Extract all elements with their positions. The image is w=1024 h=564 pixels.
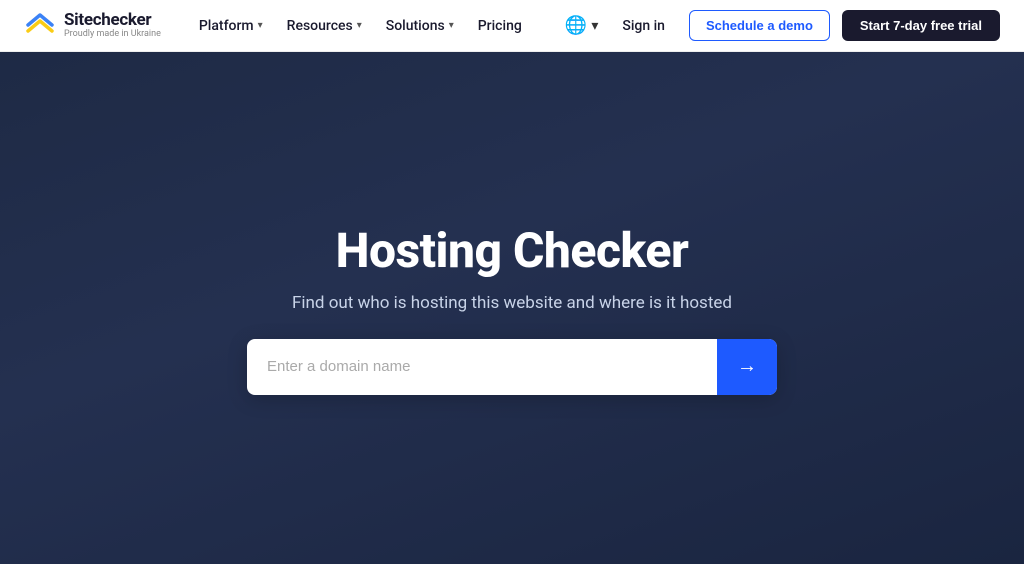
nav-links: Platform ▾ Resources ▾ Solutions ▾ Prici… bbox=[189, 12, 565, 40]
navbar: Sitechecker Proudly made in Ukraine Plat… bbox=[0, 0, 1024, 52]
language-selector[interactable]: 🌐 ▾ bbox=[565, 15, 598, 36]
nav-item-resources[interactable]: Resources ▾ bbox=[277, 12, 372, 40]
start-trial-button[interactable]: Start 7-day free trial bbox=[842, 10, 1000, 41]
nav-item-platform[interactable]: Platform ▾ bbox=[189, 12, 273, 40]
schedule-demo-button[interactable]: Schedule a demo bbox=[689, 10, 830, 41]
search-input[interactable] bbox=[247, 339, 717, 395]
sign-in-button[interactable]: Sign in bbox=[610, 12, 677, 40]
chevron-down-icon: ▾ bbox=[258, 20, 263, 31]
search-bar: → bbox=[247, 339, 777, 395]
search-button[interactable]: → bbox=[717, 339, 777, 395]
hero-title: Hosting Checker bbox=[336, 222, 689, 279]
logo-tagline: Proudly made in Ukraine bbox=[64, 30, 161, 40]
nav-right: 🌐 ▾ Sign in Schedule a demo Start 7-day … bbox=[565, 10, 1000, 41]
chevron-down-icon: ▾ bbox=[357, 20, 362, 31]
hero-section: Hosting Checker Find out who is hosting … bbox=[0, 52, 1024, 564]
globe-icon: 🌐 bbox=[565, 15, 587, 36]
chevron-down-icon: ▾ bbox=[449, 20, 454, 31]
hero-subtitle: Find out who is hosting this website and… bbox=[292, 293, 732, 313]
nav-item-pricing[interactable]: Pricing bbox=[468, 12, 532, 40]
nav-item-solutions[interactable]: Solutions ▾ bbox=[376, 12, 464, 40]
arrow-right-icon: → bbox=[737, 355, 757, 378]
logo[interactable]: Sitechecker Proudly made in Ukraine bbox=[24, 11, 161, 40]
lang-chevron: ▾ bbox=[591, 18, 598, 34]
logo-name: Sitechecker bbox=[64, 11, 161, 30]
